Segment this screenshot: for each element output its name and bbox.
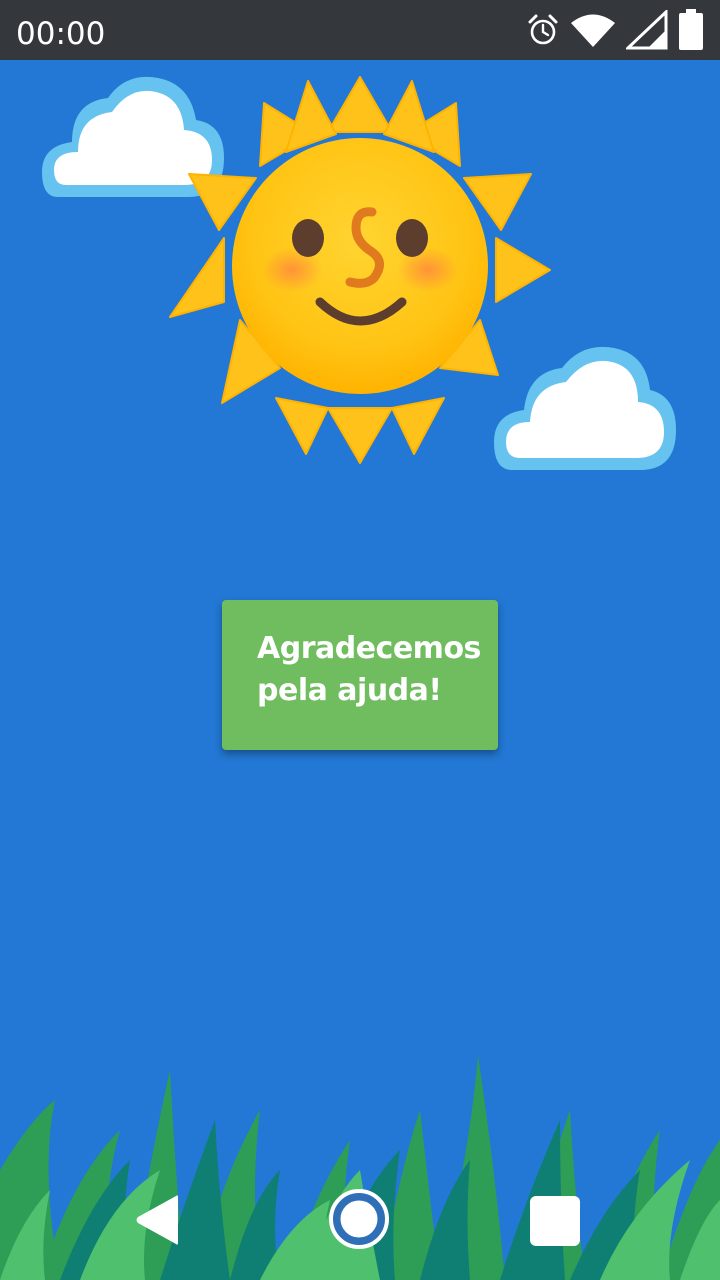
app-screen: 00:00 Agradecemos pela ajuda! bbox=[0, 0, 720, 1280]
battery-icon bbox=[678, 9, 704, 51]
recents-icon[interactable] bbox=[530, 1196, 580, 1246]
wifi-icon bbox=[570, 12, 616, 48]
cell-signal-icon bbox=[626, 10, 668, 50]
status-time: 00:00 bbox=[16, 16, 106, 52]
navigation-bar bbox=[0, 1160, 720, 1280]
back-icon[interactable] bbox=[132, 1192, 182, 1248]
alarm-icon bbox=[526, 13, 560, 47]
thanks-message-text: Agradecemos pela ajuda! bbox=[257, 631, 481, 708]
home-icon[interactable] bbox=[328, 1188, 390, 1250]
cloud-icon bbox=[490, 342, 680, 478]
status-bar: 00:00 bbox=[0, 0, 720, 60]
status-icons bbox=[526, 8, 704, 52]
thanks-message-card: Agradecemos pela ajuda! bbox=[222, 600, 498, 750]
